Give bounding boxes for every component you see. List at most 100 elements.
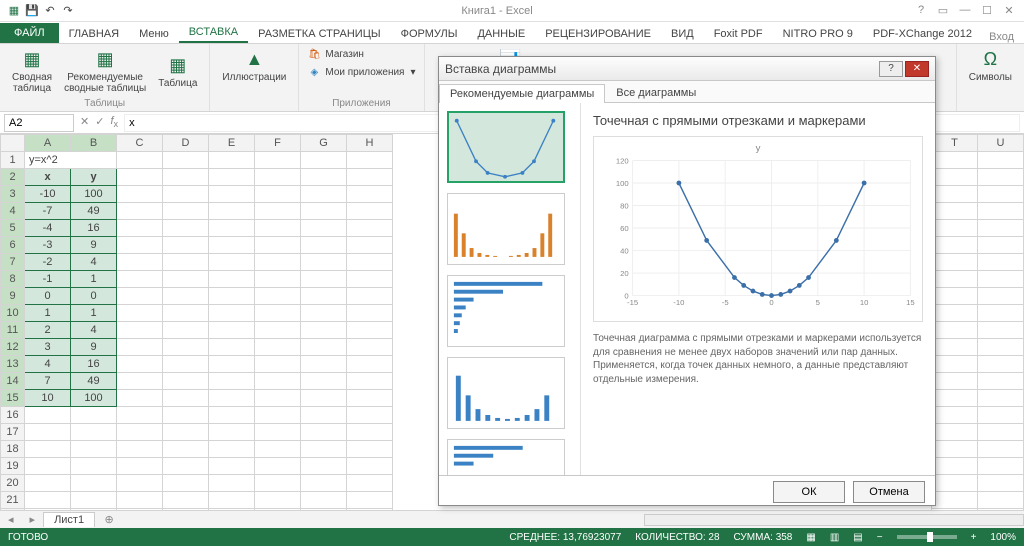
thumb-column-blue[interactable] — [447, 357, 565, 429]
view-pagebreak-icon[interactable]: ▤ — [853, 532, 862, 543]
cell[interactable]: -4 — [25, 220, 71, 237]
cell[interactable]: 2 — [25, 322, 71, 339]
col-header[interactable]: A — [25, 135, 71, 152]
store-button[interactable]: 🛍Магазин — [307, 46, 364, 62]
cell[interactable]: 0 — [25, 288, 71, 305]
thumb-bar[interactable] — [447, 275, 565, 347]
maximize-icon[interactable]: ☐ — [978, 4, 996, 17]
ribbon-tab[interactable]: Foxit PDF — [704, 25, 773, 43]
ribbon-tab[interactable]: РЕЦЕНЗИРОВАНИЕ — [535, 25, 661, 43]
dialog-close-icon[interactable]: ✕ — [905, 61, 929, 77]
ribbon-tab[interactable]: ВИД — [661, 25, 704, 43]
cell[interactable]: -3 — [25, 237, 71, 254]
dialog-title: Вставка диаграммы — [445, 62, 556, 76]
minimize-icon[interactable]: — — [956, 4, 974, 17]
symbols-button[interactable]: ΩСимволы — [965, 46, 1016, 85]
col-header[interactable]: H — [347, 135, 393, 152]
cell[interactable]: y=x^2 — [25, 152, 117, 169]
cell[interactable]: 1 — [25, 305, 71, 322]
thumb-clustered-column[interactable] — [447, 193, 565, 265]
ok-button[interactable]: ОК — [773, 481, 845, 503]
cell[interactable]: 4 — [25, 356, 71, 373]
cell[interactable]: 7 — [25, 373, 71, 390]
cell[interactable]: 0 — [71, 288, 117, 305]
cell[interactable]: 16 — [71, 356, 117, 373]
thumb-scatter-lines[interactable] — [447, 111, 565, 183]
name-box[interactable] — [4, 114, 74, 132]
tab-recommended-charts[interactable]: Рекомендуемые диаграммы — [439, 84, 605, 103]
table-button[interactable]: ▦Таблица — [154, 46, 201, 96]
cell[interactable]: 3 — [25, 339, 71, 356]
pivot-table-button[interactable]: ▦Сводная таблица — [8, 46, 56, 96]
ribbon-tab[interactable]: PDF-XChange 2012 — [863, 25, 982, 43]
col-header[interactable]: D — [163, 135, 209, 152]
col-header[interactable]: E — [209, 135, 255, 152]
col-header[interactable]: C — [117, 135, 163, 152]
sheet-tab[interactable]: Лист1 — [43, 512, 95, 527]
confirm-edit-icon[interactable]: ✓ — [95, 115, 104, 129]
illustrations-button[interactable]: ▲Иллюстрации — [218, 46, 290, 85]
add-sheet-icon[interactable]: ⊕ — [101, 513, 117, 526]
tab-all-charts[interactable]: Все диаграммы — [605, 83, 707, 102]
svg-text:y: y — [756, 143, 761, 154]
cell[interactable]: 9 — [71, 339, 117, 356]
ribbon-tab[interactable]: NITRO PRO 9 — [773, 25, 863, 43]
redo-icon[interactable]: ↷ — [60, 3, 76, 19]
cell[interactable]: 49 — [71, 203, 117, 220]
cell[interactable]: -1 — [25, 271, 71, 288]
cell[interactable]: x — [25, 169, 71, 186]
col-header[interactable]: B — [71, 135, 117, 152]
dialog-titlebar[interactable]: Вставка диаграммы ? ✕ — [439, 57, 935, 81]
close-icon[interactable]: ✕ — [1000, 4, 1018, 17]
cell[interactable]: 10 — [25, 390, 71, 407]
sheet-nav-prev-icon[interactable]: ◂ — [0, 513, 22, 526]
cell[interactable]: 100 — [71, 186, 117, 203]
cell[interactable]: 1 — [71, 305, 117, 322]
col-header[interactable]: T — [932, 135, 978, 152]
cancel-edit-icon[interactable]: ✕ — [80, 115, 89, 129]
col-header[interactable]: U — [978, 135, 1024, 152]
cell[interactable]: 100 — [71, 390, 117, 407]
sheet-tab-bar: ◂ ▸ Лист1 ⊕ — [0, 510, 1024, 528]
save-icon[interactable]: 💾 — [24, 3, 40, 19]
cell[interactable]: -10 — [25, 186, 71, 203]
cell[interactable]: 4 — [71, 322, 117, 339]
cell[interactable]: 1 — [71, 271, 117, 288]
cancel-button[interactable]: Отмена — [853, 481, 925, 503]
cell[interactable]: y — [71, 169, 117, 186]
cell[interactable]: 4 — [71, 254, 117, 271]
cell[interactable]: -2 — [25, 254, 71, 271]
ribbon-tab[interactable]: ГЛАВНАЯ — [59, 25, 129, 43]
ribbon-tab[interactable]: Меню — [129, 25, 179, 43]
cell[interactable]: 9 — [71, 237, 117, 254]
sheet-nav-next-icon[interactable]: ▸ — [22, 513, 44, 526]
ribbon-tab[interactable]: ДАННЫЕ — [467, 25, 535, 43]
cell[interactable]: 49 — [71, 373, 117, 390]
tab-file[interactable]: ФАЙЛ — [0, 23, 59, 43]
view-layout-icon[interactable]: ▥ — [830, 532, 839, 543]
ribbon-options-icon[interactable]: ▭ — [934, 4, 952, 17]
zoom-slider[interactable] — [897, 535, 957, 539]
zoom-out-icon[interactable]: − — [877, 532, 883, 543]
thumb-bar-2[interactable] — [447, 439, 565, 475]
zoom-level[interactable]: 100% — [990, 532, 1016, 543]
col-header[interactable]: G — [301, 135, 347, 152]
horizontal-scrollbar[interactable] — [644, 514, 1024, 526]
cell[interactable]: -7 — [25, 203, 71, 220]
ribbon-tab[interactable]: ВСТАВКА — [179, 23, 248, 43]
signin-link[interactable]: Вход — [989, 31, 1024, 43]
ribbon-tab[interactable]: РАЗМЕТКА СТРАНИЦЫ — [248, 25, 390, 43]
my-apps-button[interactable]: ◈Мои приложения▾ — [307, 64, 415, 80]
view-normal-icon[interactable]: ▦ — [806, 532, 815, 543]
ribbon-tab[interactable]: ФОРМУЛЫ — [391, 25, 468, 43]
cell[interactable]: 16 — [71, 220, 117, 237]
col-header[interactable]: F — [255, 135, 301, 152]
zoom-in-icon[interactable]: + — [971, 532, 977, 543]
recommended-pivot-button[interactable]: ▦Рекомендуемые сводные таблицы — [60, 46, 150, 96]
undo-icon[interactable]: ↶ — [42, 3, 58, 19]
fx-icon[interactable]: fx — [110, 115, 118, 129]
help-icon[interactable]: ? — [912, 4, 930, 17]
dialog-help-icon[interactable]: ? — [879, 61, 903, 77]
svg-text:-5: -5 — [722, 298, 729, 307]
svg-text:80: 80 — [620, 201, 629, 210]
